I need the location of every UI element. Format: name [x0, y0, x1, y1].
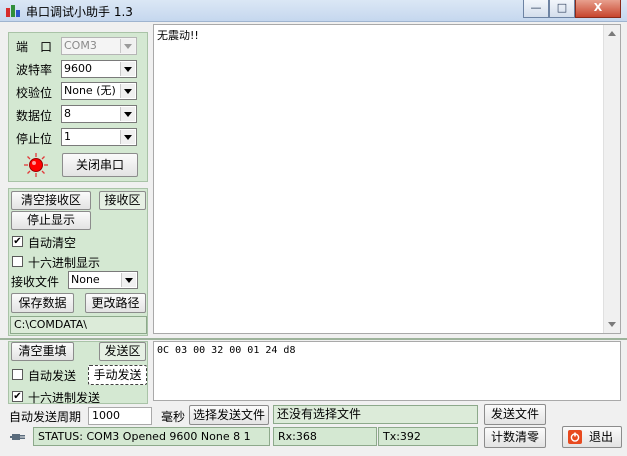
close-port-button[interactable]: 关闭串口 [62, 153, 138, 177]
plug-icon [10, 429, 28, 445]
status-field: STATUS: COM3 Opened 9600 None 8 1 [33, 427, 270, 446]
baud-label: 波特率 [16, 63, 53, 77]
auto-clear-label: 自动清空 [28, 236, 77, 250]
app-icon [5, 3, 21, 19]
close-icon: X [593, 1, 603, 14]
baud-value: 9600 [64, 62, 92, 75]
auto-send-checkbox[interactable] [12, 369, 23, 380]
manual-send-button[interactable]: 手动发送 [88, 365, 147, 385]
chevron-down-icon [120, 107, 135, 121]
ms-label: 毫秒 [161, 410, 186, 424]
chevron-down-icon [121, 273, 136, 287]
chevron-down-icon [120, 130, 135, 144]
title-bar: 串口调试小助手 1.3 — □ X [0, 0, 627, 22]
parity-label: 校验位 [16, 86, 53, 100]
databits-label: 数据位 [16, 109, 53, 123]
tx-counter: Tx:392 [378, 427, 478, 446]
port-select[interactable]: COM3 [61, 37, 137, 55]
receive-textarea[interactable]: 无震动!! [153, 24, 621, 334]
auto-clear-checkbox[interactable]: ✔ [12, 236, 23, 247]
stopbits-value: 1 [64, 130, 71, 143]
period-label: 自动发送周期 [9, 410, 82, 424]
stopbits-label: 停止位 [16, 132, 53, 146]
file-status-field: 还没有选择文件 [273, 405, 478, 424]
save-data-button[interactable]: 保存数据 [11, 293, 74, 313]
chevron-down-icon [120, 62, 135, 76]
power-icon [568, 430, 582, 444]
status-led-icon [24, 153, 48, 177]
receive-area-label: 接收区 [99, 191, 146, 210]
chevron-down-icon [120, 39, 135, 53]
receive-file-select[interactable]: None [68, 271, 138, 289]
hex-send-checkbox[interactable]: ✔ [12, 391, 23, 402]
select-file-button[interactable]: 选择发送文件 [189, 405, 269, 425]
section-divider [0, 338, 627, 340]
receive-path-field: C:\COMDATA\ [10, 316, 147, 334]
reset-count-button[interactable]: 计数清零 [484, 427, 546, 448]
minimize-icon: — [530, 1, 542, 14]
receive-file-value: None [71, 273, 100, 286]
chevron-down-icon [120, 84, 135, 98]
clear-resend-button[interactable]: 清空重填 [11, 342, 74, 361]
minimize-button[interactable]: — [523, 0, 549, 18]
hex-display-label: 十六进制显示 [28, 256, 101, 270]
port-value: COM3 [64, 39, 97, 52]
change-path-button[interactable]: 更改路径 [85, 293, 146, 313]
checkmark-icon: ✔ [13, 391, 22, 402]
send-content: 0C 03 00 32 00 01 24 d8 [157, 345, 296, 356]
send-file-button[interactable]: 发送文件 [484, 404, 546, 425]
window-title: 串口调试小助手 1.3 [26, 5, 133, 19]
receive-content: 无震动!! [157, 29, 199, 42]
hex-send-label: 十六进制发送 [28, 391, 101, 405]
send-textarea[interactable]: 0C 03 00 32 00 01 24 d8 [153, 341, 621, 401]
port-label: 端 口 [16, 40, 53, 54]
maximize-icon: □ [556, 1, 568, 14]
receive-file-label: 接收文件 [11, 275, 60, 289]
auto-send-label: 自动发送 [28, 369, 77, 383]
parity-value: None (无) [64, 84, 116, 97]
stopbits-select[interactable]: 1 [61, 128, 137, 146]
period-input[interactable]: 1000 [88, 407, 152, 425]
parity-select[interactable]: None (无) [61, 82, 137, 100]
hex-display-checkbox[interactable] [12, 256, 23, 267]
clear-receive-button[interactable]: 清空接收区 [11, 191, 91, 210]
maximize-button[interactable]: □ [549, 0, 575, 18]
databits-value: 8 [64, 107, 71, 120]
checkmark-icon: ✔ [13, 236, 22, 247]
exit-label: 退出 [588, 430, 613, 444]
stop-display-button[interactable]: 停止显示 [11, 211, 91, 230]
close-button[interactable]: X [575, 0, 621, 18]
rx-counter: Rx:368 [273, 427, 377, 446]
scroll-down-icon[interactable] [608, 322, 616, 327]
databits-select[interactable]: 8 [61, 105, 137, 123]
baud-select[interactable]: 9600 [61, 60, 137, 78]
receive-scrollbar[interactable] [603, 25, 620, 333]
scroll-up-icon[interactable] [608, 31, 616, 36]
exit-button[interactable]: 退出 [562, 426, 622, 448]
send-area-label: 发送区 [99, 342, 146, 361]
